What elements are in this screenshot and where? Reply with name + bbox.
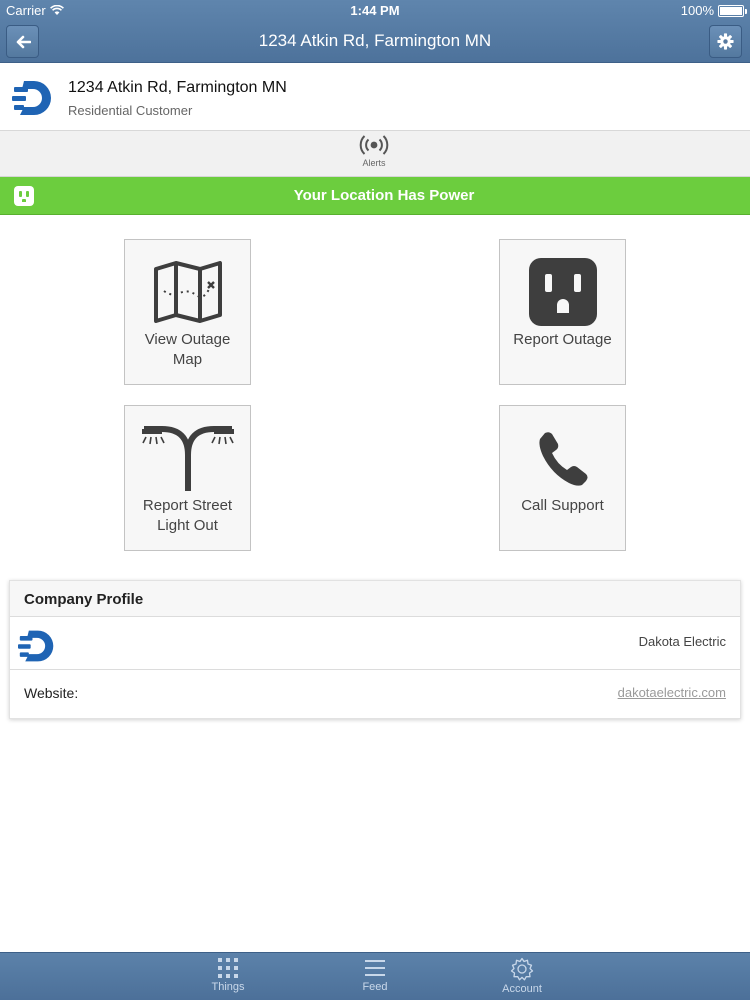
broadcast-icon [359,135,389,155]
back-button[interactable] [6,25,39,58]
location-header: 1234 Atkin Rd, Farmington MN Residential… [0,63,750,131]
report-outage-label: Report Outage [513,331,612,348]
website-label: Website: [24,685,79,701]
customer-type: Residential Customer [68,103,193,118]
tab-feed-label: Feed [362,981,388,993]
gear-icon [510,957,534,981]
call-support-label: Call Support [521,497,604,514]
battery-label: 100% [680,3,714,18]
page-title: 1234 Atkin Rd, Farmington MN [258,31,492,50]
website-link[interactable]: dakotaelectric.com [618,685,726,700]
report-street-light-button[interactable]: Report Street Light Out [124,405,251,551]
bottom-tab-bar: Things Feed Account [0,952,750,1000]
gear-icon [717,33,734,50]
tab-things[interactable]: Things [188,957,268,1000]
grid-icon [218,958,238,978]
menu-icon [365,960,385,976]
location-address: 1234 Atkin Rd, Farmington MN [68,79,287,96]
alerts-bar: Alerts [0,131,750,177]
tab-things-label: Things [211,981,245,993]
call-support-button[interactable]: Call Support [499,405,626,551]
status-time: 1:44 PM [350,3,400,18]
tab-account-label: Account [502,983,542,995]
company-profile-heading: Company Profile [10,581,740,617]
phone-icon [538,432,587,486]
report-outage-button[interactable]: Report Outage [499,239,626,385]
settings-button[interactable] [709,25,742,58]
report-street-light-label: Report Street Light Out [142,497,233,534]
top-bar: Carrier 1:44 PM 100% 1234 Atkin Rd, Farm… [0,0,750,63]
website-row: Website: dakotaelectric.com [10,670,740,718]
tab-account[interactable]: Account [482,957,562,1000]
outlet-icon [528,258,597,326]
dakota-electric-logo [18,630,54,662]
company-row: Dakota Electric [10,617,740,670]
company-profile-card: Company Profile Dakota Electric Website:… [9,580,741,719]
arrow-left-icon [16,35,31,48]
view-outage-map-button[interactable]: View Outage Map [124,239,251,385]
dakota-electric-logo [12,81,51,115]
tab-feed[interactable]: Feed [335,957,415,1000]
map-icon [153,261,222,323]
app-screen: Carrier 1:44 PM 100% 1234 Atkin Rd, Farm… [0,0,750,1000]
alerts-tab-label: Alerts [362,158,386,168]
battery-icon [718,4,747,17]
street-light-icon [141,426,234,491]
battery-indicator: 100% [680,3,747,18]
power-status-text: Your Location Has Power [293,187,475,204]
power-status-banner: Your Location Has Power [0,177,750,215]
company-name: Dakota Electric [638,634,726,649]
alerts-tab[interactable]: Alerts [340,134,408,174]
view-outage-map-label: View Outage Map [144,331,231,368]
status-bar: Carrier 1:44 PM 100% [0,0,750,21]
